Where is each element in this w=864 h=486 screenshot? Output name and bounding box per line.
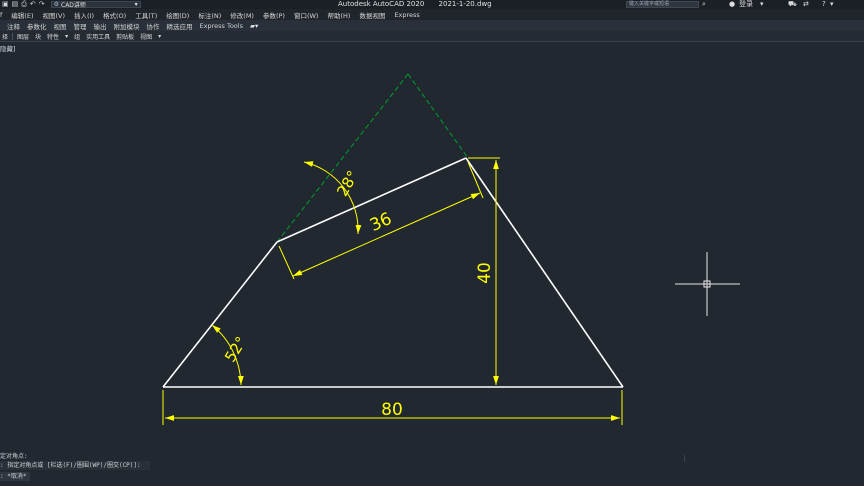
dimension-text-height: 40 xyxy=(475,262,495,284)
command-scrollbar[interactable] xyxy=(684,455,685,462)
dimension-text-base: 80 xyxy=(381,400,403,420)
drawing-canvas[interactable]: 80 40 36 52° 28° xyxy=(0,0,864,486)
dimension-text-angle-left: 52° xyxy=(221,333,250,365)
crosshair-cursor-icon xyxy=(675,252,740,316)
dimension-text-top-edge: 36 xyxy=(367,209,395,236)
command-prompt-line: : 指定对角点或 [栏选(F)/圈围(WP)/圈交(CP)]: xyxy=(0,461,150,470)
command-cancel-line[interactable]: : *取消* xyxy=(0,472,30,481)
left-edge xyxy=(162,241,278,388)
hidden-line-right xyxy=(407,73,469,159)
command-history-line: 定对角点: xyxy=(0,453,28,460)
dimension-line xyxy=(292,192,481,277)
extension-line xyxy=(278,245,295,280)
dimension-text-angle-top: 28° xyxy=(333,167,362,199)
